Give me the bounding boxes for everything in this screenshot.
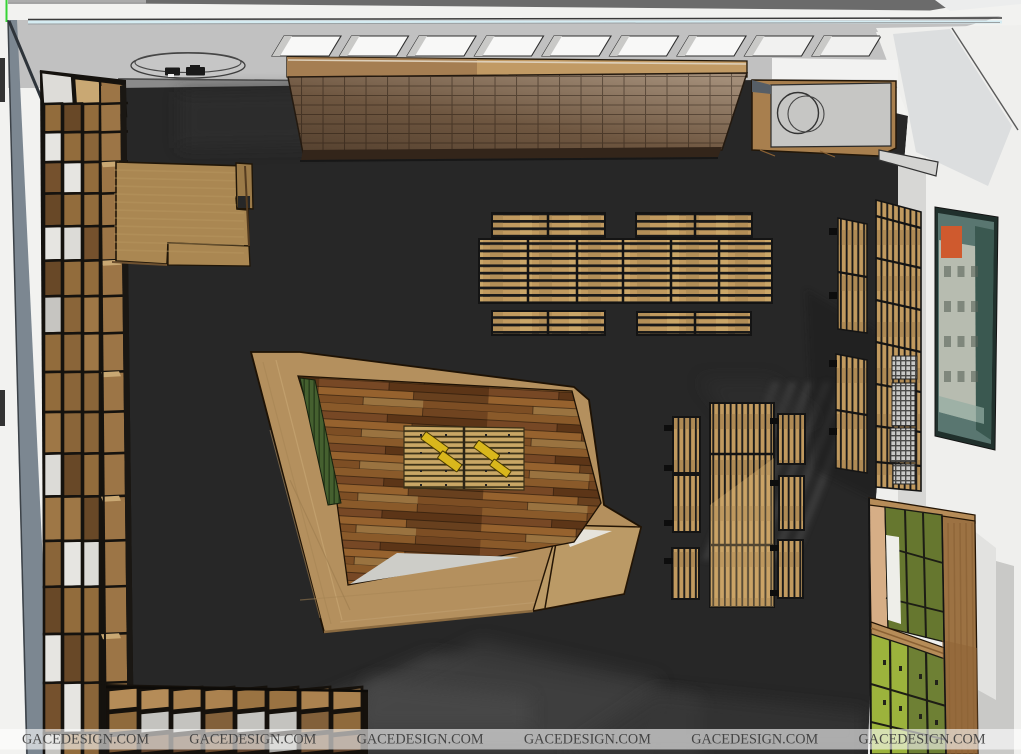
svg-text:GACEDESIGN.COM: GACEDESIGN.COM [189, 732, 316, 748]
svg-text:GACEDESIGN.COM: GACEDESIGN.COM [22, 732, 149, 748]
svg-text:GACEDESIGN.COM: GACEDESIGN.COM [859, 732, 986, 748]
svg-text:GACEDESIGN.COM: GACEDESIGN.COM [357, 732, 484, 748]
svg-text:GACEDESIGN.COM: GACEDESIGN.COM [524, 732, 651, 748]
svg-text:GACEDESIGN.COM: GACEDESIGN.COM [691, 732, 818, 748]
